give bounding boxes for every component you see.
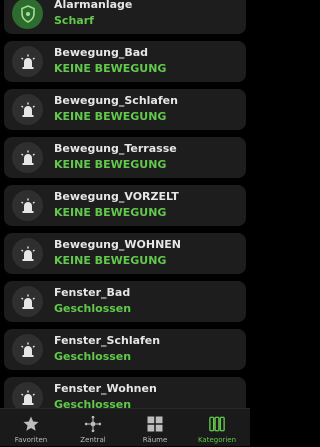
item-status: KEINE BEWEGUNG [54, 206, 167, 219]
star-icon [22, 415, 40, 433]
item-title: Bewegung_VORZELT [54, 190, 179, 203]
item-title: Fenster_Schlafen [54, 334, 161, 347]
categories-icon [208, 415, 226, 433]
item-title: Bewegung_Terrasse [54, 142, 177, 155]
list-item-alarmanlage[interactable]: Alarmanlage Scharf [4, 0, 246, 34]
list-item-bewegung-terrasse[interactable]: Bewegung_Terrasse KEINE BEWEGUNG [4, 137, 246, 178]
list-item-bewegung-vorzelt[interactable]: Bewegung_VORZELT KEINE BEWEGUNG [4, 185, 246, 226]
tab-raeume[interactable]: Räume [124, 409, 186, 447]
item-status: Geschlossen [54, 398, 132, 408]
hub-icon [84, 415, 102, 433]
alarm-light-icon [12, 46, 43, 77]
item-status: KEINE BEWEGUNG [54, 62, 167, 75]
item-status: KEINE BEWEGUNG [54, 110, 167, 123]
category-item-list: Alarmanlage Scharf Bewegung_Bad KEINE BE… [0, 0, 250, 408]
tab-kategorien[interactable]: Kategorien [186, 409, 248, 447]
bottom-tab-bar: Favoriten Zentral Räume Kategorien [0, 408, 250, 446]
alarm-light-icon [12, 334, 43, 365]
item-status: KEINE BEWEGUNG [54, 254, 167, 267]
item-status: Scharf [54, 14, 94, 27]
rooms-grid-icon [146, 415, 164, 433]
item-title: Fenster_Bad [54, 286, 131, 299]
item-status: Geschlossen [54, 302, 132, 315]
item-title: Bewegung_Bad [54, 46, 149, 59]
alarm-light-icon [12, 142, 43, 173]
item-status: Geschlossen [54, 350, 132, 363]
item-title: Bewegung_WOHNEN [54, 238, 181, 251]
alarm-light-icon [12, 382, 43, 408]
item-status: KEINE BEWEGUNG [54, 158, 167, 171]
alarm-light-icon [12, 238, 43, 269]
list-item-fenster-wohnen[interactable]: Fenster_Wohnen Geschlossen [4, 377, 246, 408]
alarm-light-icon [12, 190, 43, 221]
tab-favoriten[interactable]: Favoriten [0, 409, 62, 447]
list-item-bewegung-wohnen[interactable]: Bewegung_WOHNEN KEINE BEWEGUNG [4, 233, 246, 274]
list-item-bewegung-bad[interactable]: Bewegung_Bad KEINE BEWEGUNG [4, 41, 246, 82]
item-title: Bewegung_Schlafen [54, 94, 178, 107]
list-item-bewegung-schlafen[interactable]: Bewegung_Schlafen KEINE BEWEGUNG [4, 89, 246, 130]
list-item-fenster-schlafen[interactable]: Fenster_Schlafen Geschlossen [4, 329, 246, 370]
alarm-light-icon [12, 94, 43, 125]
item-title: Alarmanlage [54, 0, 133, 11]
tab-zentral[interactable]: Zentral [62, 409, 124, 447]
tab-label: Räume [142, 436, 168, 444]
tab-label: Favoriten [14, 436, 48, 444]
tab-label: Kategorien [197, 436, 237, 444]
list-item-fenster-bad[interactable]: Fenster_Bad Geschlossen [4, 281, 246, 322]
shield-icon [12, 0, 43, 29]
alarm-light-icon [12, 286, 43, 317]
item-title: Fenster_Wohnen [54, 382, 157, 395]
tab-label: Zentral [80, 436, 106, 444]
